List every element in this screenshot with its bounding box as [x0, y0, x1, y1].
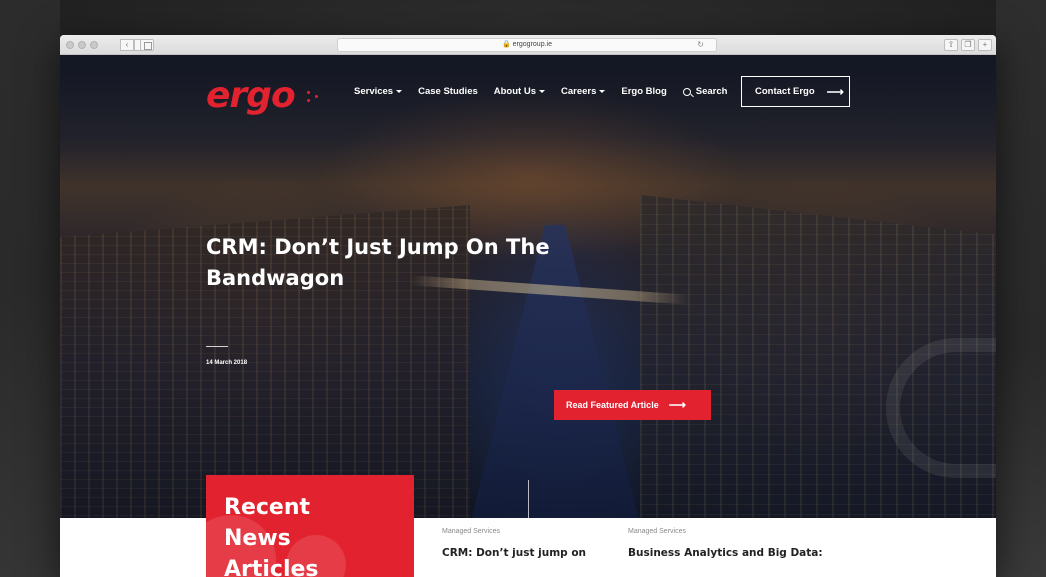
nav-label: Services [354, 86, 394, 97]
cta-label: Read Featured Article [566, 400, 659, 410]
search-icon [682, 87, 691, 96]
minimize-window-button[interactable] [78, 41, 86, 49]
browser-window: ‹ › 🔒 ergogroup.ie ↻ ⇧ ❐ + ergo [60, 35, 996, 577]
news-item[interactable]: Managed Services Business Analytics and … [628, 528, 823, 559]
nav-label: Case Studies [418, 86, 478, 97]
read-featured-article-button[interactable]: Read Featured Article ⟶ [554, 390, 711, 420]
logo-text: ergo [206, 75, 296, 116]
card-title-line: Recent [224, 495, 311, 520]
article-date: 14 March 2018 [206, 360, 248, 366]
recent-news-card: Recent News Articles [206, 475, 414, 577]
nav-item-case-studies[interactable]: Case Studies [418, 86, 478, 97]
reload-icon[interactable]: ↻ [697, 39, 704, 51]
contact-button[interactable]: Contact Ergo ⟶ [741, 76, 850, 107]
hero-section: ergo Services Case Studies About Us Care… [60, 55, 996, 518]
zoom-window-button[interactable] [90, 41, 98, 49]
card-title-line: News [224, 526, 291, 551]
scroll-indicator-line [528, 480, 529, 518]
nav-label: Search [695, 86, 728, 97]
chevron-down-icon [538, 90, 545, 93]
tabs-icon[interactable]: ❐ [961, 39, 975, 51]
news-category: Managed Services [628, 528, 686, 535]
nav-label: About Us [493, 86, 536, 97]
news-title: CRM: Don’t just jump on [442, 547, 587, 559]
nav-label: Ergo Blog [621, 86, 667, 97]
arrow-right-icon: ⟶ [826, 84, 844, 99]
card-title-line: Articles [224, 557, 319, 577]
nav-item-about-us[interactable]: About Us [494, 86, 545, 97]
window-controls [66, 41, 98, 49]
close-window-button[interactable] [66, 41, 74, 49]
news-category: Managed Services [442, 528, 500, 535]
news-section: Managed Services CRM: Don’t just jump on… [60, 518, 996, 577]
nav-item-search[interactable]: Search [682, 86, 728, 97]
chevron-down-icon [599, 90, 606, 93]
share-icon[interactable]: ⇧ [944, 39, 958, 51]
new-tab-icon[interactable]: + [978, 39, 992, 51]
background-right [996, 0, 1046, 577]
news-title: Business Analytics and Big Data: [628, 547, 823, 559]
nav-item-careers[interactable]: Careers [560, 86, 606, 97]
featured-article-headline[interactable]: CRM: Don’t Just Jump On The Bandwagon [206, 232, 606, 294]
back-arrow-icon[interactable]: ‹ [120, 39, 134, 51]
sidebar-icon[interactable] [140, 39, 154, 51]
ergo-logo[interactable]: ergo [206, 75, 296, 116]
main-navigation: Services Case Studies About Us Careers E… [354, 86, 743, 97]
chevron-down-icon [396, 90, 403, 93]
arrow-right-icon: ⟶ [668, 398, 686, 412]
headline-line: Bandwagon [206, 266, 345, 290]
nav-label: Careers [560, 86, 597, 97]
recent-news-title: Recent News Articles [224, 492, 404, 577]
browser-toolbar: ‹ › 🔒 ergogroup.ie ↻ ⇧ ❐ + [60, 35, 996, 55]
lock-icon: 🔒 [502, 41, 511, 48]
toolbar-right: ⇧ ❐ + [944, 39, 992, 51]
headline-line: CRM: Don’t Just Jump On The [206, 235, 550, 259]
nav-item-ergo-blog[interactable]: Ergo Blog [621, 86, 666, 97]
background-left [0, 0, 60, 577]
url-text: ergogroup.ie [512, 41, 552, 48]
contact-label: Contact Ergo [755, 86, 815, 97]
divider-rule [206, 346, 228, 347]
address-bar[interactable]: 🔒 ergogroup.ie ↻ [337, 38, 717, 52]
news-item[interactable]: Managed Services CRM: Don’t just jump on [442, 528, 586, 559]
nav-item-services[interactable]: Services [354, 86, 403, 97]
